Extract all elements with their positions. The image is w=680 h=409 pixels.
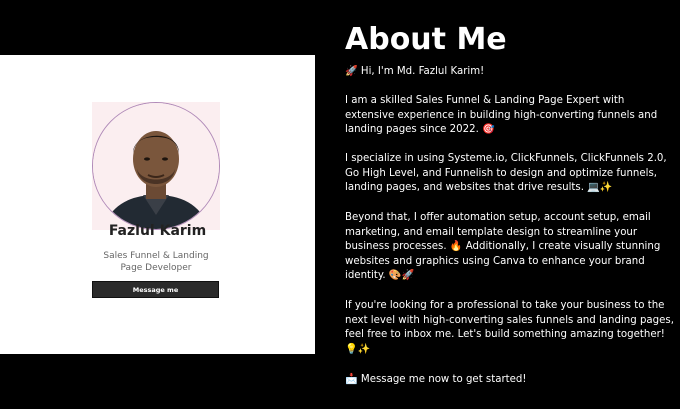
about-section: About Me 🚀 Hi, I'm Md. Fazlul Karim! I a… [345,0,675,385]
profile-card: Fazlul Karim Sales Funnel & Landing Page… [0,55,315,354]
profile-photo [93,103,219,229]
about-paragraph-3: Beyond that, I offer automation setup, a… [345,212,661,282]
about-paragraph-1: I am a skilled Sales Funnel & Landing Pa… [345,95,658,136]
about-paragraph-4: If you're looking for a professional to … [345,300,674,355]
profile-name: Fazlul Karim [108,223,207,239]
avatar-ring [92,102,220,230]
profile-role: Sales Funnel & Landing Page Developer [103,251,209,273]
about-cta: 📩 Message me now to get started! [345,374,527,385]
message-me-button[interactable]: Message me [92,281,219,298]
about-greeting: 🚀 Hi, I'm Md. Fazlul Karim! [345,66,485,77]
avatar [92,102,220,230]
about-heading: About Me [345,22,507,57]
about-paragraph-2: I specialize in using Systeme.io, ClickF… [345,153,667,194]
